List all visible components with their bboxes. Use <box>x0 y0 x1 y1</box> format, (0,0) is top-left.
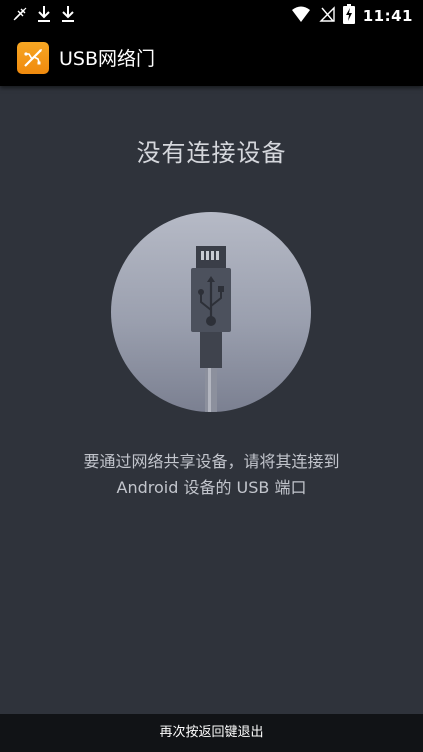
download-icon <box>60 4 76 28</box>
app-title: USB网络门 <box>59 48 156 70</box>
exit-toast: 再次按返回键退出 <box>0 714 423 752</box>
app-bar: USB网络门 <box>0 30 423 86</box>
status-left-icons <box>12 4 76 28</box>
status-bar: 11:41 <box>0 0 423 30</box>
instruction-line-2: Android 设备的 USB 端口 <box>116 478 307 497</box>
download-icon <box>36 4 52 28</box>
status-time: 11:41 <box>362 7 413 25</box>
instruction-line-1: 要通过网络共享设备，请将其连接到 <box>83 452 340 471</box>
status-right-icons: 11:41 <box>291 4 413 28</box>
usb-illustration <box>111 212 311 412</box>
no-device-title: 没有连接设备 <box>136 139 287 167</box>
usb-tether-app-icon[interactable] <box>17 42 49 74</box>
usb-cable-icon <box>191 246 231 412</box>
no-signal-icon <box>319 5 335 27</box>
battery-charging-icon <box>342 4 355 28</box>
wifi-icon <box>291 5 311 27</box>
usb-off-icon <box>12 6 28 26</box>
